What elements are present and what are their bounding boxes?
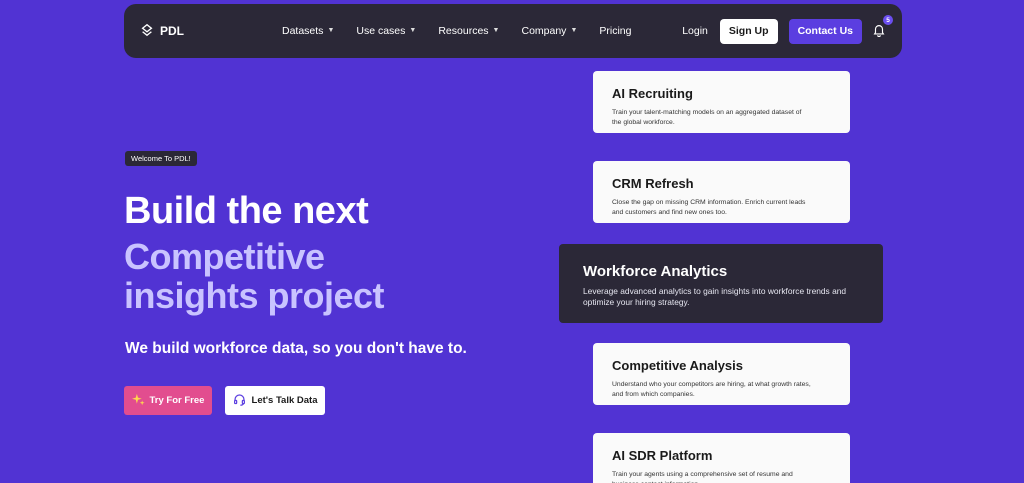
chevron-down-icon: ▼ (492, 26, 500, 34)
sparkle-icon (131, 393, 145, 409)
menu-resources[interactable]: Resources ▼ (438, 25, 499, 37)
main-menu: Datasets ▼ Use cases ▼ Resources ▼ Compa… (282, 4, 631, 58)
sign-up-button[interactable]: Sign Up (719, 18, 778, 44)
card-description: Understand who your competitors are hiri… (612, 381, 811, 398)
card-crm-refresh[interactable]: CRM Refresh Close the gap on missing CRM… (593, 161, 850, 223)
bell-icon (872, 24, 886, 41)
menu-label: Company (521, 25, 567, 37)
contact-us-button[interactable]: Contact Us (788, 18, 862, 44)
card-ai-sdr-platform[interactable]: AI SDR Platform Train your agents using … (593, 433, 850, 483)
card-ai-recruiting[interactable]: AI Recruiting Train your talent-matching… (593, 71, 850, 133)
card-title: AI SDR Platform (612, 448, 713, 463)
hero-subheadline: We build workforce data, so you don't ha… (125, 340, 467, 357)
logo[interactable]: PDL (140, 4, 184, 58)
card-title: AI Recruiting (612, 86, 693, 101)
menu-company[interactable]: Company ▼ (521, 25, 577, 37)
chevron-down-icon: ▼ (570, 26, 578, 34)
card-title: CRM Refresh (612, 176, 694, 191)
menu-label: Use cases (356, 25, 406, 37)
card-title: Workforce Analytics (583, 263, 728, 280)
hero-headline: Build the next (124, 190, 369, 232)
card-workforce-analytics[interactable]: Workforce Analytics Leverage advanced an… (559, 244, 883, 323)
card-description: Close the gap on missing CRM information… (612, 199, 806, 216)
menu-label: Pricing (599, 25, 632, 37)
welcome-badge: Welcome To PDL! (125, 151, 197, 166)
chevron-down-icon: ▼ (327, 26, 335, 34)
menu-pricing[interactable]: Pricing (599, 25, 631, 37)
menu-label: Datasets (282, 25, 324, 37)
try-for-free-label: Try For Free (149, 395, 205, 406)
notification-count-badge: 5 (883, 15, 893, 25)
login-link[interactable]: Login (682, 25, 708, 37)
nav-actions: Login Sign Up Contact Us 5 (682, 4, 893, 58)
pdl-logo-icon (140, 23, 154, 40)
headset-icon (233, 393, 246, 409)
try-for-free-button[interactable]: Try For Free (124, 386, 212, 415)
chevron-down-icon: ▼ (409, 26, 417, 34)
logo-text: PDL (160, 24, 184, 38)
card-description: Leverage advanced analytics to gain insi… (583, 286, 847, 307)
card-title: Competitive Analysis (612, 358, 744, 373)
menu-datasets[interactable]: Datasets ▼ (282, 25, 334, 37)
menu-use-cases[interactable]: Use cases ▼ (356, 25, 416, 37)
card-description: Train your talent-matching models on an … (612, 109, 802, 126)
menu-label: Resources (438, 25, 489, 37)
lets-talk-data-label: Let's Talk Data (251, 395, 318, 406)
card-description: Train your agents using a comprehensive … (612, 471, 793, 483)
lets-talk-data-button[interactable]: Let's Talk Data (225, 386, 325, 415)
card-competitive-analysis[interactable]: Competitive Analysis Understand who your… (593, 343, 850, 405)
top-nav: PDL Datasets ▼ Use cases ▼ Resources ▼ C… (124, 4, 902, 58)
hero-highlight: Competitive insights project (124, 236, 385, 316)
notifications-button[interactable]: 5 (872, 15, 893, 41)
